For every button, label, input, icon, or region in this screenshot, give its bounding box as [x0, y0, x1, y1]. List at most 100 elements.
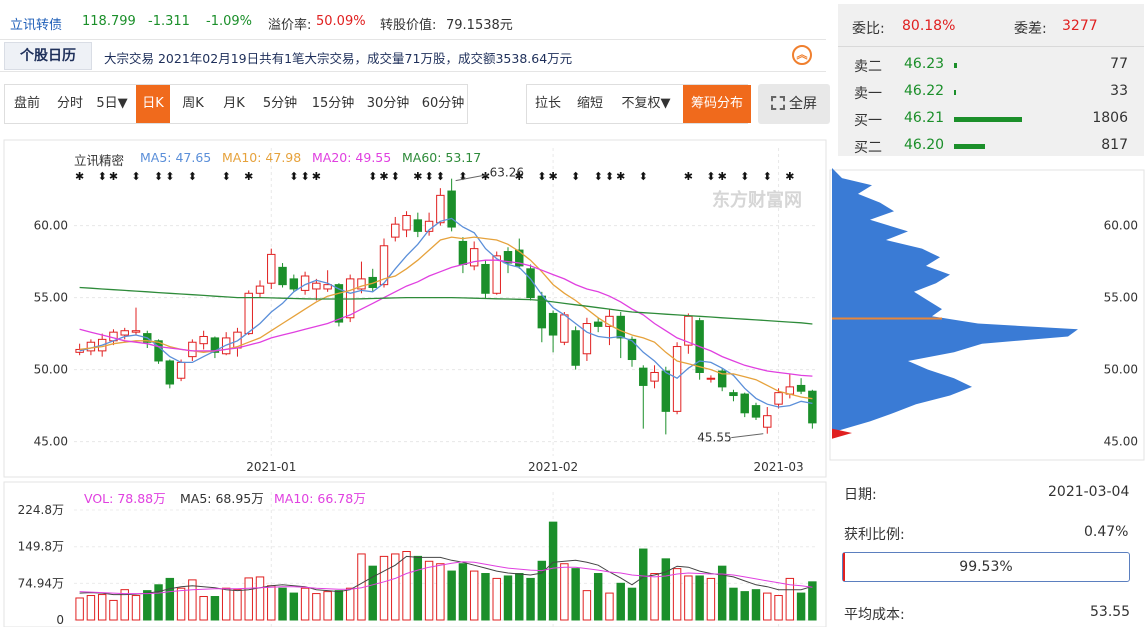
volume-bar [469, 570, 479, 621]
volume-bar [706, 577, 716, 621]
chip-distribution-area [832, 168, 1078, 434]
volume-bar [751, 589, 761, 621]
volume-bar [278, 587, 287, 621]
candle-body [616, 315, 625, 339]
volume-bar [402, 550, 411, 621]
chip-price-label: 60.00 [1104, 219, 1138, 233]
event-marker: ✱ [785, 170, 794, 183]
event-marker: ✱ [244, 170, 253, 183]
candle-body [289, 278, 299, 290]
volume-bar [729, 587, 738, 621]
x-tick-label: 2021-01 [246, 460, 296, 474]
volume-bar [312, 593, 321, 621]
volume-bar [695, 575, 704, 621]
concentration-value: 99.53% [959, 559, 1013, 575]
volume-bar [75, 597, 84, 621]
candle-body [323, 284, 332, 290]
event-marker: ⬍ [289, 170, 298, 183]
volume-bar [503, 575, 513, 621]
volume-bar [639, 548, 648, 621]
volume-bar [300, 587, 310, 621]
volume-bar [763, 592, 772, 621]
candle-body [774, 392, 783, 405]
volume-bar [650, 573, 659, 621]
volume-tick-label: 0 [56, 613, 64, 627]
event-marker: ✱ [413, 170, 422, 183]
volume-bar [515, 573, 524, 621]
avg-cost-label: 平均成本: [844, 607, 905, 623]
chip-date-label: 日期: [844, 487, 877, 503]
event-marker: ⬍ [188, 170, 197, 183]
volume-bar [661, 558, 671, 621]
candle-body [560, 314, 569, 343]
volume-bar [176, 587, 186, 621]
event-marker: ✱ [75, 170, 84, 183]
low-annotation-label: 45.55 [697, 431, 731, 445]
candle-body [312, 282, 321, 290]
event-marker: ⬍ [763, 170, 772, 183]
volume-bar [560, 563, 569, 621]
volume-bar [684, 575, 693, 621]
event-marker: ✱ [312, 170, 321, 183]
candle-body [391, 223, 400, 238]
volume-bar [109, 599, 118, 621]
event-marker: ⬍ [98, 170, 107, 183]
candle-body [751, 405, 761, 418]
volume-bar [740, 591, 749, 621]
ma-line-ma10 [79, 236, 813, 400]
volume-bar [481, 573, 490, 621]
candle-body [436, 194, 445, 224]
candle-body [447, 190, 456, 228]
volume-bar [323, 591, 332, 621]
event-marker: ⬍ [368, 170, 377, 183]
volume-bar [379, 555, 389, 621]
candle-body [548, 312, 558, 336]
candle-body [808, 390, 817, 424]
volume-bar [672, 568, 682, 621]
candle-body [639, 367, 648, 386]
candle-body [255, 285, 265, 294]
event-marker: ⬍ [436, 170, 445, 183]
x-tick-label: 2021-03 [753, 460, 803, 474]
candle-body [165, 360, 175, 385]
event-marker: ⬍ [458, 170, 467, 183]
volume-bar [368, 565, 377, 621]
volume-bar [143, 590, 152, 621]
event-marker: ✱ [109, 170, 118, 183]
event-marker: ⬍ [424, 170, 433, 183]
volume-bar [582, 590, 592, 621]
volume-bar [436, 563, 445, 621]
candle-body [650, 371, 659, 382]
kline-chart[interactable]: 60.00 55.00 50.00 45.00 2021-01 2021-02 2021-0… [0, 0, 1148, 627]
chip-profit-area [832, 428, 852, 439]
volume-bar [391, 553, 400, 621]
candle-body [740, 393, 749, 414]
event-marker: ⬍ [391, 170, 400, 183]
event-marker: ⬍ [594, 170, 603, 183]
x-tick-label: 2021-02 [528, 460, 578, 474]
volume-bar [627, 587, 637, 621]
chip-price-label: 55.00 [1104, 291, 1138, 305]
volume-bar [548, 521, 558, 621]
candle-body [469, 248, 479, 267]
candle-body [627, 338, 637, 361]
candle-body [481, 263, 490, 294]
volume-bar [345, 587, 355, 621]
volume-bar [526, 577, 535, 621]
volume-bar [413, 555, 423, 621]
candle-body [131, 330, 141, 333]
candle-body [267, 253, 276, 284]
candle-body [492, 255, 501, 294]
volume-bar [593, 573, 603, 621]
candle-body [796, 384, 806, 392]
volume-bar [131, 595, 141, 621]
volume-tick-label: 74.94万 [18, 576, 64, 590]
event-marker: ✱ [616, 170, 625, 183]
y-tick-label: 50.00 [34, 363, 68, 377]
candle-body [413, 219, 423, 232]
candle-body [86, 341, 96, 352]
candle-body [729, 392, 738, 397]
volume-bar [334, 590, 344, 621]
volume-bar [447, 570, 456, 621]
volume-bar [154, 584, 163, 621]
